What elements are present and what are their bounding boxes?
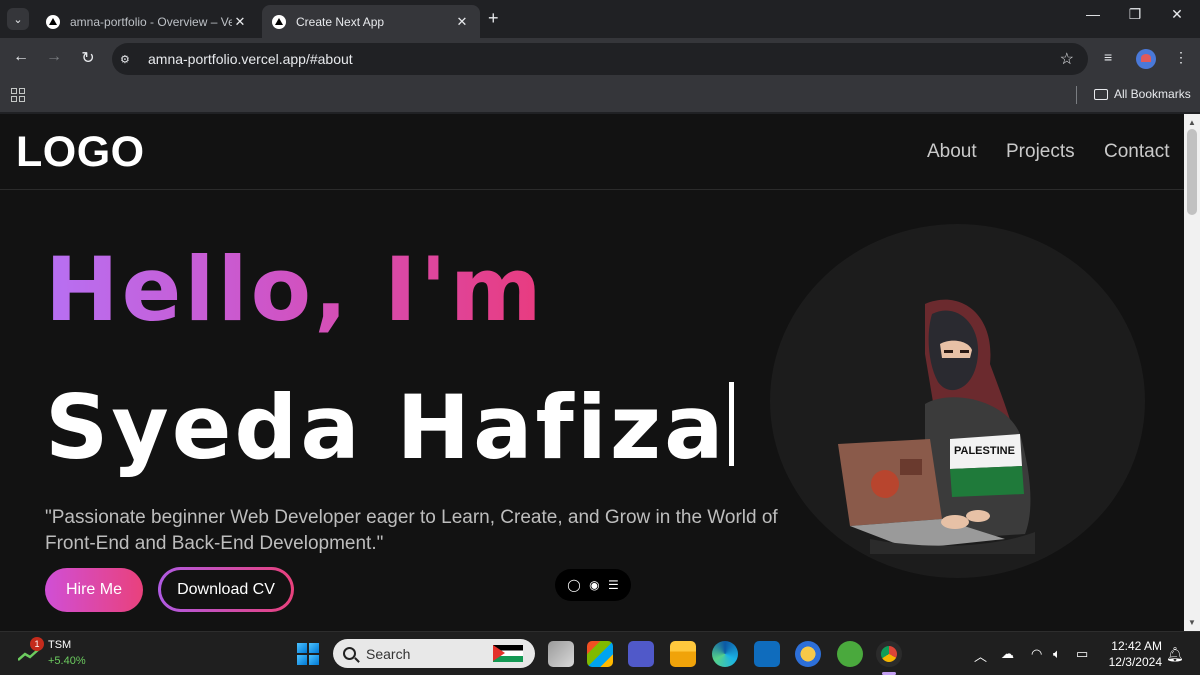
folder-icon [1094, 88, 1108, 100]
media-queue-icon[interactable]: ≡ [1104, 49, 1112, 65]
floating-toolbar: ◯ ◉ ☰ [555, 569, 631, 601]
windows-start-icon[interactable] [297, 643, 319, 665]
restore-button[interactable]: ❐ [1125, 6, 1145, 23]
site-info-icon[interactable]: ⚙ [120, 53, 138, 66]
close-window-button[interactable]: ✕ [1167, 6, 1187, 23]
shirt-text: PALESTINE [954, 445, 1015, 457]
volume-icon[interactable]: 🔈︎ [1053, 646, 1061, 662]
site-logo[interactable]: LOGO [16, 128, 145, 177]
minimize-button[interactable]: — [1083, 6, 1103, 22]
taskbar-search-placeholder: Search [366, 645, 411, 662]
nav-about[interactable]: About [927, 141, 977, 163]
url-text[interactable]: amna-portfolio.vercel.app/#about [148, 51, 353, 67]
download-cv-button[interactable]: Download CV [158, 567, 294, 612]
bookmarks-bar: All Bookmarks [0, 80, 1200, 113]
page-viewport: LOGO About Projects Contact Hello, I'm S… [0, 114, 1184, 631]
vercel-favicon-icon [46, 14, 60, 29]
site-header: LOGO About Projects Contact [0, 114, 1184, 190]
tab-search-button[interactable]: ⌄ [7, 8, 29, 30]
task-view-icon[interactable] [548, 641, 574, 667]
show-hidden-icons-chevron-icon[interactable]: ︿ [974, 646, 987, 665]
menu-kebab-icon[interactable]: ⋮ [1174, 49, 1188, 66]
bookmark-star-icon[interactable]: ☆ [1060, 49, 1074, 69]
download-cv-label: Download CV [161, 570, 291, 609]
address-bar[interactable]: ⚙ amna-portfolio.vercel.app/#about ☆ [112, 43, 1088, 75]
chrome-icon[interactable] [876, 641, 902, 667]
onedrive-cloud-icon[interactable]: ☁ [1001, 646, 1014, 662]
tab-close-icon[interactable]: ✕ [454, 14, 470, 30]
tab-amna-portfolio[interactable]: amna-portfolio - Overview – Ve ✕ [36, 5, 258, 38]
wifi-icon[interactable]: ◠ [1031, 646, 1042, 662]
clock-time: 12:42 AM [1111, 639, 1162, 653]
all-bookmarks-button[interactable]: All Bookmarks [1094, 87, 1191, 101]
developer-illustration: PALESTINE [838, 299, 1035, 554]
clock-date: 12/3/2024 [1108, 655, 1162, 669]
achievement-icon[interactable] [795, 641, 821, 667]
comment-icon[interactable]: ◯ [567, 578, 580, 592]
file-explorer-icon[interactable] [670, 641, 696, 667]
palestine-flag-icon [493, 645, 523, 662]
typing-caret [728, 382, 734, 466]
profile-avatar[interactable] [1136, 49, 1156, 69]
new-tab-button[interactable]: + [488, 8, 499, 29]
browser-toolbar: ← → ↻ ⚙ amna-portfolio.vercel.app/#about… [0, 38, 1200, 80]
stock-change: +5.40% [48, 655, 86, 667]
menu-lines-icon[interactable]: ☰ [608, 578, 619, 592]
microsoft-store-icon[interactable] [587, 641, 613, 667]
nav-projects[interactable]: Projects [1006, 141, 1075, 163]
system-clock[interactable]: 12:42 AM 12/3/2024 [1100, 638, 1162, 670]
notification-bell-icon[interactable]: 🔔︎ [1166, 646, 1184, 663]
scroll-down-arrow-icon[interactable]: ▼ [1188, 618, 1196, 627]
vercel-favicon-icon [272, 14, 286, 29]
bookmarks-divider [1076, 86, 1077, 104]
stock-ticker: TSM [48, 639, 72, 651]
tab-create-next-app[interactable]: Create Next App ✕ [262, 5, 480, 38]
taskbar-search[interactable]: Search [333, 639, 535, 668]
all-bookmarks-label: All Bookmarks [1114, 87, 1191, 101]
eye-icon[interactable]: ◉ [589, 578, 599, 592]
scrollbar-thumb[interactable] [1187, 129, 1197, 215]
edge-icon[interactable] [712, 641, 738, 667]
notification-badge: 1 [30, 637, 44, 651]
tab-close-icon[interactable]: ✕ [232, 14, 248, 30]
hero-tagline: "Passionate beginner Web Developer eager… [45, 507, 778, 554]
page-scrollbar[interactable]: ▲ ▼ [1184, 114, 1200, 631]
battery-icon[interactable]: ▭ [1076, 646, 1088, 662]
windows-taskbar: 1 TSM +5.40% Search ︿ ☁ ◠ 🔈︎ ▭ 12:42 AM … [0, 631, 1200, 675]
scroll-up-arrow-icon[interactable]: ▲ [1188, 118, 1196, 127]
forward-arrow-icon[interactable]: → [43, 48, 65, 66]
mail-icon[interactable] [754, 641, 780, 667]
teams-icon[interactable] [628, 641, 654, 667]
apps-grid-icon[interactable] [11, 88, 25, 102]
tab-strip: ⌄ amna-portfolio - Overview – Ve ✕ Creat… [0, 0, 1200, 38]
tab-title: amna-portfolio - Overview – Ve [70, 14, 232, 29]
search-icon [343, 647, 356, 660]
hero-name-line: Syeda Hafiza [45, 376, 734, 479]
back-arrow-icon[interactable]: ← [10, 48, 32, 66]
hire-me-button[interactable]: Hire Me [45, 568, 143, 612]
utorrent-icon[interactable] [837, 641, 863, 667]
hero-greeting: Hello, I'm [45, 238, 545, 341]
hero-name: Syeda Hafiza [45, 376, 727, 479]
nav-contact[interactable]: Contact [1104, 141, 1169, 163]
reload-icon[interactable]: ↻ [77, 48, 99, 68]
tab-title: Create Next App [296, 14, 385, 29]
